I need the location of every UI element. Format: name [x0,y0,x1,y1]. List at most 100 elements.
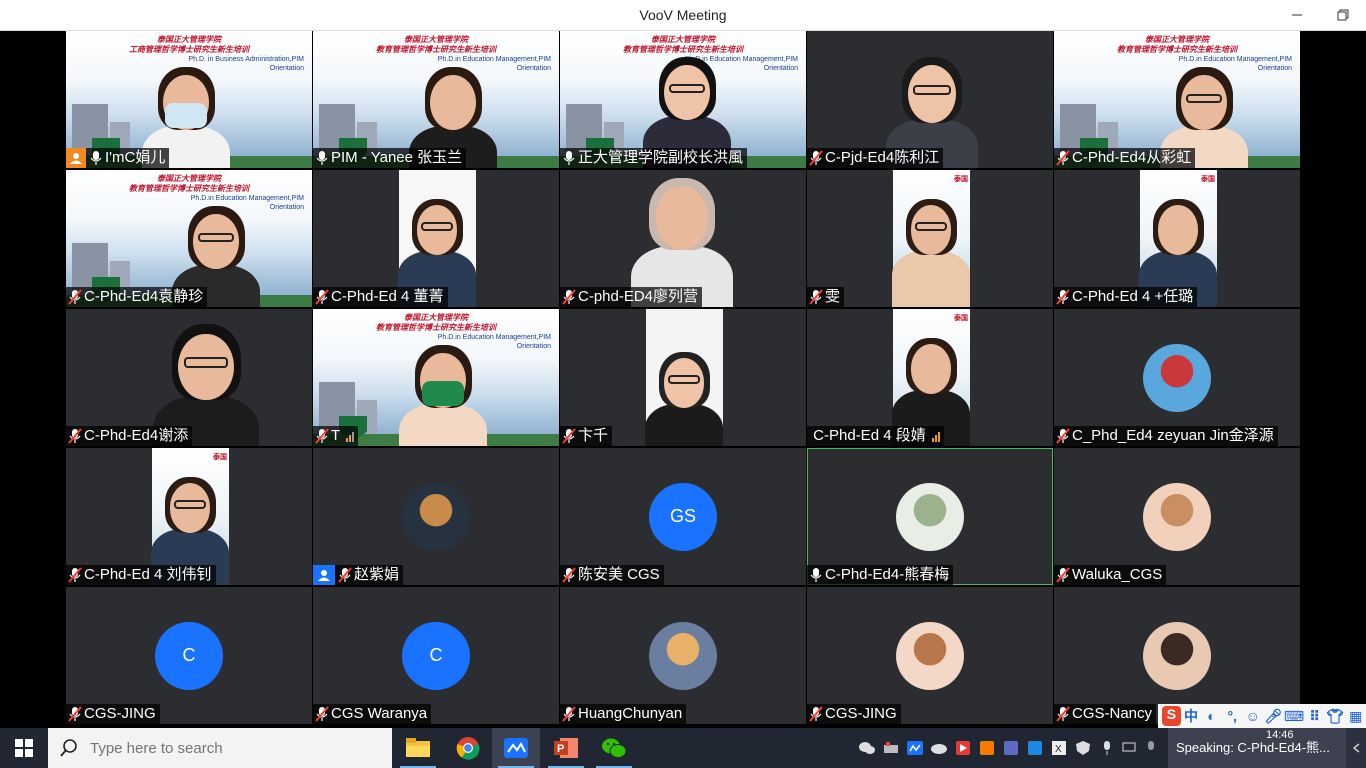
network-tray-icon[interactable] [882,738,900,758]
chrome-icon [456,737,480,760]
participant-tile[interactable]: 泰国 C-Phd-Ed 4 刘伟钊 [66,448,312,585]
onedrive-tray-icon[interactable] [930,738,948,758]
start-button[interactable] [0,728,48,768]
participant-tile[interactable]: CGS-JING [807,587,1053,724]
participant-name-label: C-Phd-Ed 4 +任璐 [1054,287,1198,307]
participant-tile[interactable]: 泰国正大管理学院 教育管理哲学博士研究生新生培训 Ph.D.in Educati… [313,31,559,168]
apps-icon[interactable]: ⠿ [1304,708,1325,725]
wechat-app[interactable] [590,728,638,768]
participant-avatar: C [402,621,470,690]
microphone-muted-icon [562,567,576,583]
microphone-muted-icon [68,428,82,444]
host-icon [66,148,86,168]
participant-tile[interactable]: 泰国 C-Phd-Ed 4 +任璐 [1054,170,1300,307]
folder-icon [406,738,430,757]
moon-icon[interactable]: ◐ [1201,708,1222,724]
participant-tile[interactable]: 泰国正大管理学院 工商管理哲学博士研究生新生培训 Ph.D. in Busine… [66,31,312,168]
participant-name: 正大管理学院副校长洪風 [578,149,744,166]
participant-tile[interactable]: C-Phd-Ed 4 董菁 [313,170,559,307]
participant-tile[interactable]: Waluka_CGS [1054,448,1300,585]
participant-name-label: C-Phd-Ed4袁静珍 [66,287,208,307]
office-tray-icon[interactable] [978,738,996,758]
defender-tray-icon[interactable] [1074,738,1092,758]
punctuation-icon[interactable]: °, [1222,708,1243,724]
microphone-icon [562,150,576,166]
participant-tile[interactable]: GS 陈安美 CGS [560,448,806,585]
taskbar-search[interactable] [48,728,392,768]
minimize-button[interactable] [1274,0,1320,30]
participant-tile[interactable]: C-Phd-Ed4-熊春梅 [807,448,1053,585]
participant-tile[interactable]: 卞千 [560,309,806,446]
participant-tile[interactable]: C-Pjd-Ed4陈利江 [807,31,1053,168]
signal-icon [346,430,355,442]
participant-tile[interactable]: 泰国 C-Phd-Ed 4 段婧 [807,309,1053,446]
voov-meeting-app[interactable] [492,728,540,768]
search-input[interactable] [88,738,372,758]
participant-name: PIM - Yanee 张玉兰 [331,149,463,166]
sogou-logo-icon: S [1162,706,1181,726]
participant-tile[interactable]: 泰国正大管理学院 教育管理哲学博士研究生新生培训 Ph.D.in Educati… [66,170,312,307]
participant-name: C-Phd-Ed 4 刘伟钊 [84,566,212,583]
participant-name-label: 卞千 [560,426,613,446]
microphone-muted-icon [1056,706,1070,722]
excel-tray-icon[interactable]: X [1050,738,1068,758]
emoji-icon[interactable]: ☺ [1243,708,1264,724]
svg-text:P: P [557,743,564,755]
wechat-tray-icon[interactable] [858,738,876,758]
participant-tile[interactable]: 泰国正大管理学院 教育管理哲学博士研究生新生培训 Ph.D.in Educati… [1054,31,1300,168]
participant-name-label: 正大管理学院副校长洪風 [560,148,748,168]
participant-tile[interactable]: HuangChunyan [560,587,806,724]
participant-tile[interactable]: 泰国 雯 [807,170,1053,307]
microphone-icon [315,150,329,166]
voov-tray-icon[interactable] [906,738,924,758]
display-tray-icon[interactable] [1120,738,1138,758]
microphone-muted-icon [809,150,823,166]
ime-mode-indicator[interactable]: 中 [1181,706,1202,726]
security-tray-icon[interactable] [1026,738,1044,758]
clock[interactable]: 14:46 [1266,729,1294,741]
participant-name-label: 陈安美 CGS [560,565,664,585]
microphone-muted-icon [68,289,82,305]
participant-tile[interactable]: 泰国正大管理学院 教育管理哲学博士研究生新生培训 Ph.D.in Educati… [560,31,806,168]
participant-name-label: T [313,426,359,446]
teams-tray-icon[interactable] [1002,738,1020,758]
participant-name: C_Phd_Ed4 zeyuan Jin金泽源 [1072,427,1274,444]
powerpoint-app[interactable]: P [542,728,590,768]
svg-text:X: X [1055,744,1062,755]
grid-icon[interactable]: ▦ [1345,708,1366,725]
participant-avatar [1143,482,1211,551]
participant-tile[interactable]: C CGS-JING [66,587,312,724]
participant-tile[interactable]: C CGS Waranya [313,587,559,724]
show-desktop-button[interactable] [1346,728,1366,768]
keyboard-icon[interactable]: ⌨︎ [1284,708,1305,725]
window-title: VooV Meeting [639,7,727,23]
microphone-muted-icon [315,289,329,305]
participant-name-label: C-Phd-Ed 4 刘伟钊 [66,565,216,585]
mic-status-tray-icon[interactable] [1142,738,1160,758]
chrome-app[interactable] [444,728,492,768]
microphone-muted-icon [562,289,576,305]
participant-name: CGS-JING [825,705,897,722]
skin-icon[interactable]: 👕︎ [1325,708,1346,725]
minimize-icon [1292,14,1302,16]
participant-name: I'mC娟儿 [105,149,166,166]
participant-name: C-Phd-Ed4袁静珍 [84,288,204,305]
microphone-tray-icon[interactable] [1098,738,1116,758]
file-explorer-app[interactable] [394,728,442,768]
participant-tile[interactable]: C-phd-ED4廖列营 [560,170,806,307]
participant-name: 赵紫娟 [354,566,400,583]
microphone-muted-icon [1056,428,1070,444]
ime-toolbar[interactable]: S 中 ◐ °, ☺ 🎤︎ ⌨︎ ⠿ 👕︎ ▦ [1158,704,1366,728]
microphone-icon [89,150,103,166]
participant-tile[interactable]: 赵紫娟 [313,448,559,585]
participant-name: 卞千 [578,427,609,444]
record-tray-icon[interactable] [954,738,972,758]
title-bar: VooV Meeting [0,0,1366,31]
participant-tile[interactable]: 泰国正大管理学院 教育管理哲学博士研究生新生培训 Ph.D.in Educati… [313,309,559,446]
microphone-muted-icon [68,567,82,583]
participant-tile[interactable]: C_Phd_Ed4 zeyuan Jin金泽源 [1054,309,1300,446]
participant-name: C-Phd-Ed4谢添 [84,427,189,444]
restore-button[interactable] [1320,0,1366,30]
participant-tile[interactable]: C-Phd-Ed4谢添 [66,309,312,446]
voice-icon[interactable]: 🎤︎ [1263,708,1284,725]
